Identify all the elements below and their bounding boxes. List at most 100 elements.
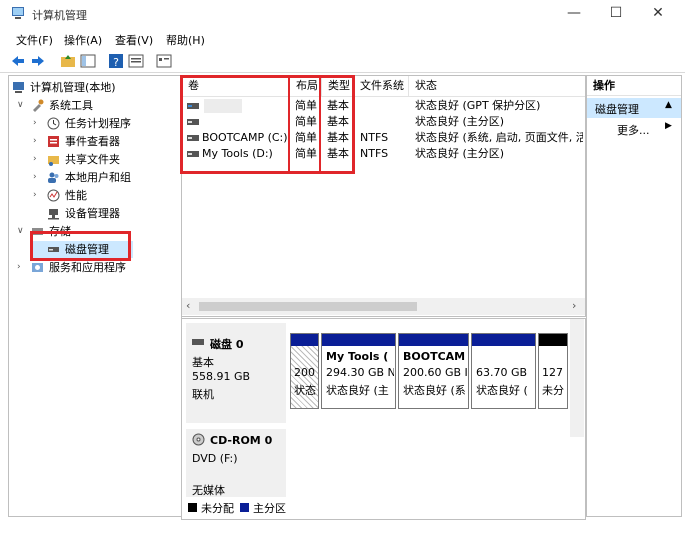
- title-bar: 计算机管理 — ☐ ✕: [0, 0, 685, 28]
- menu-file[interactable]: 文件(F): [16, 32, 53, 48]
- users-icon: [48, 172, 59, 183]
- scroll-left-icon[interactable]: ‹: [186, 299, 190, 312]
- partition[interactable]: 63.70 GB 状态良好 (: [471, 333, 536, 409]
- volume-list-highlight: [180, 75, 355, 174]
- forward-arrow-icon[interactable]: [30, 53, 46, 69]
- toolbar: ?: [0, 50, 685, 73]
- menu-view[interactable]: 查看(V): [115, 32, 153, 48]
- partition-size: 200.60 GB I: [403, 366, 467, 379]
- scrollbar-thumb[interactable]: [199, 302, 417, 311]
- shared-folder-icon: [48, 156, 59, 166]
- chevron-right-icon[interactable]: ›: [33, 115, 43, 132]
- actions-section-label: 磁盘管理: [595, 103, 639, 116]
- disk-status: 联机: [192, 388, 214, 401]
- partition-status: 状态良好 (: [476, 384, 528, 397]
- disk-0-info[interactable]: 磁盘 0 基本 558.91 GB 联机: [186, 323, 286, 423]
- partition-status: 状态: [294, 384, 316, 397]
- properties-icon[interactable]: [128, 53, 144, 69]
- cd-icon: [192, 433, 205, 446]
- chevron-right-icon[interactable]: ›: [33, 187, 43, 204]
- partition-status: 状态良好 (主: [326, 384, 389, 397]
- volume-filesystem: NTFS: [360, 147, 389, 160]
- partition-color-bar: [399, 334, 468, 346]
- disk-icon: [192, 339, 204, 345]
- disk-management-highlight: [30, 231, 131, 261]
- volume-status: 状态良好 (GPT 保护分区): [415, 99, 541, 112]
- chevron-down-icon[interactable]: ∨: [17, 97, 27, 114]
- partition-status: 未分: [542, 384, 564, 397]
- event-viewer-icon: [48, 136, 59, 147]
- chevron-right-icon[interactable]: ›: [17, 259, 27, 276]
- partition[interactable]: BOOTCAM 200.60 GB I 状态良好 (系: [398, 333, 469, 409]
- chevron-right-icon[interactable]: ›: [33, 151, 43, 168]
- disk-0-partitions: 200 状态 My Tools ( 294.30 GB N 状态良好 (主 BO…: [290, 319, 568, 423]
- partition-name: My Tools (: [326, 350, 389, 363]
- menu-action[interactable]: 操作(A): [64, 32, 102, 48]
- disk-view: 磁盘 0 基本 558.91 GB 联机 200 状态 My Tools ( 2…: [181, 318, 586, 520]
- partition-size: 127: [542, 366, 563, 379]
- tree-label: 性能: [65, 189, 87, 202]
- minimize-button[interactable]: —: [563, 4, 585, 22]
- cdrom-name: CD-ROM 0: [210, 434, 273, 447]
- action-more-label: 更多...: [617, 124, 650, 137]
- column-status[interactable]: 状态: [409, 76, 585, 96]
- chevron-right-icon[interactable]: ›: [33, 169, 43, 186]
- chevron-down-icon[interactable]: ∨: [17, 223, 27, 240]
- services-icon: [32, 263, 43, 272]
- help-icon[interactable]: ?: [108, 53, 124, 69]
- maximize-button[interactable]: ☐: [605, 4, 627, 22]
- show-hide-tree-icon[interactable]: [80, 53, 96, 69]
- performance-icon: [47, 189, 60, 202]
- navigation-tree: 计算机管理(本地) ∨ 系统工具 › 任务计划程序 › 事件查看器 › 共享文件…: [8, 75, 182, 517]
- tree-label: 本地用户和组: [65, 171, 131, 184]
- highlight-divider: [288, 78, 290, 171]
- legend-unallocated-label: 未分配: [201, 502, 234, 515]
- partition[interactable]: 127 未分: [538, 333, 568, 409]
- window-title: 计算机管理: [32, 9, 87, 22]
- svg-text:?: ?: [113, 56, 119, 69]
- legend-primary-swatch: [240, 503, 249, 512]
- horizontal-scrollbar[interactable]: ‹ ›: [182, 298, 585, 315]
- legend-primary-label: 主分区: [253, 502, 286, 515]
- submenu-arrow-icon: ▶: [665, 121, 672, 131]
- legend-unallocated-swatch: [188, 503, 197, 512]
- tree-label: 服务和应用程序: [49, 261, 126, 274]
- console-icon[interactable]: [156, 53, 172, 69]
- menu-help[interactable]: 帮助(H): [166, 32, 205, 48]
- tree-label: 设备管理器: [65, 207, 120, 220]
- partition-size: 294.30 GB N: [326, 366, 394, 379]
- partition-name: BOOTCAM: [403, 350, 466, 363]
- action-more[interactable]: 更多... ▶: [587, 120, 681, 138]
- partition-size: 200: [294, 366, 315, 379]
- partition-color-bar: [539, 334, 567, 346]
- scroll-right-icon[interactable]: ›: [572, 299, 576, 312]
- back-arrow-icon[interactable]: [10, 53, 26, 69]
- tree-label: 任务计划程序: [65, 117, 131, 130]
- chevron-right-icon[interactable]: ›: [33, 133, 43, 150]
- partition-size: 63.70 GB: [476, 366, 528, 379]
- disk-kind: 基本: [192, 356, 214, 369]
- cdrom-0-info[interactable]: CD-ROM 0 DVD (F:) 无媒体: [186, 429, 286, 497]
- up-folder-icon[interactable]: [60, 53, 76, 69]
- volume-filesystem: NTFS: [360, 131, 389, 144]
- menu-bar: 文件(F) 操作(A) 查看(V) 帮助(H): [0, 29, 685, 49]
- vertical-scrollbar[interactable]: [570, 319, 584, 437]
- disk-name: 磁盘 0: [210, 338, 244, 351]
- cdrom-status: 无媒体: [192, 484, 225, 497]
- tree-label: 共享文件夹: [65, 153, 120, 166]
- actions-pane: 操作 磁盘管理 ▲ 更多... ▶: [586, 75, 682, 517]
- volume-status: 状态良好 (主分区): [415, 115, 505, 128]
- actions-header: 操作: [587, 76, 681, 96]
- volume-status: 状态良好 (系统, 启动, 页面文件, 活动: [415, 131, 583, 144]
- computer-management-icon: [13, 82, 24, 93]
- partition-color-bar: [472, 334, 535, 346]
- disk-size: 558.91 GB: [192, 370, 251, 383]
- clock-icon: [47, 117, 60, 130]
- column-filesystem[interactable]: 文件系统: [354, 76, 409, 96]
- partition[interactable]: My Tools ( 294.30 GB N 状态良好 (主: [321, 333, 396, 409]
- close-button[interactable]: ✕: [647, 4, 669, 22]
- collapse-arrow-icon[interactable]: ▲: [665, 100, 672, 110]
- actions-section[interactable]: 磁盘管理 ▲: [587, 98, 681, 118]
- partition[interactable]: 200 状态: [290, 333, 319, 409]
- partition-status: 状态良好 (系: [403, 384, 466, 397]
